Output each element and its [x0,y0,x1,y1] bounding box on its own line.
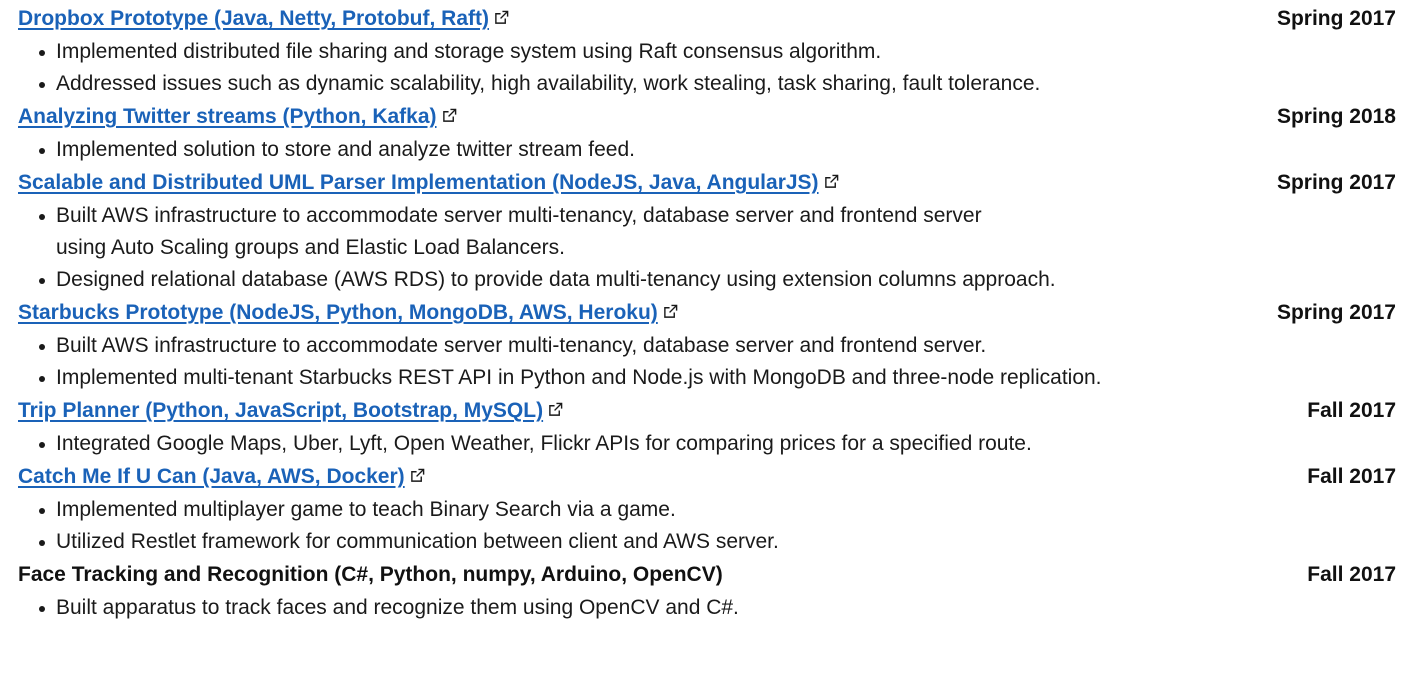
project-entry: Dropbox Prototype (Java, Netty, Protobuf… [18,2,1396,100]
project-date: Fall 2017 [1307,465,1396,488]
bullet-dot [39,508,45,514]
bullet-text: Utilized Restlet framework for communica… [56,530,779,553]
bullet-text: Addressed issues such as dynamic scalabi… [56,72,1041,95]
bullet-text: Implemented multiplayer game to teach Bi… [56,498,676,521]
project-title: Analyzing Twitter streams (Python, Kafka… [18,100,457,134]
project-title: Starbucks Prototype (NodeJS, Python, Mon… [18,296,678,330]
project-header: Dropbox Prototype (Java, Netty, Protobuf… [18,2,1396,36]
external-link-icon[interactable] [663,304,678,319]
project-date: Spring 2017 [1276,7,1396,30]
list-item: Integrated Google Maps, Uber, Lyft, Open… [38,428,1396,460]
project-header: Catch Me If U Can (Java, AWS, Docker) Fa… [18,460,1396,494]
project-entry: Scalable and Distributed UML Parser Impl… [18,166,1396,296]
project-bullet-list: Implemented multiplayer game to teach Bi… [18,494,1396,558]
bullet-text: Integrated Google Maps, Uber, Lyft, Open… [56,432,1032,455]
project-bullet-list: Implemented solution to store and analyz… [18,134,1396,166]
project-title: Scalable and Distributed UML Parser Impl… [18,166,839,200]
list-item: Implemented distributed file sharing and… [38,36,1396,68]
bullet-text: Built apparatus to track faces and recog… [56,596,739,619]
external-link-icon[interactable] [824,174,839,189]
list-item: Implemented multi-tenant Starbucks REST … [38,362,1396,394]
bullet-text: Built AWS infrastructure to accommodate … [56,334,987,357]
bullet-dot [39,148,45,154]
project-entry: Trip Planner (Python, JavaScript, Bootst… [18,394,1396,460]
project-bullet-list: Implemented distributed file sharing and… [18,36,1396,100]
project-title-link[interactable]: Starbucks Prototype (NodeJS, Python, Mon… [18,301,658,324]
project-date: Spring 2018 [1276,105,1396,128]
project-title-link[interactable]: Catch Me If U Can (Java, AWS, Docker) [18,465,405,488]
list-item: Designed relational database (AWS RDS) t… [38,264,1396,296]
bullet-dot [39,82,45,88]
project-title-link[interactable]: Trip Planner (Python, JavaScript, Bootst… [18,399,543,422]
project-bullet-list: Built AWS infrastructure to accommodate … [18,200,1396,296]
bullet-text: Built AWS infrastructure to accommodate … [56,204,982,259]
bullet-text: Designed relational database (AWS RDS) t… [56,268,1056,291]
project-date: Fall 2017 [1307,563,1396,586]
bullet-text: Implemented distributed file sharing and… [56,40,882,63]
list-item: Implemented solution to store and analyz… [38,134,1396,166]
list-item: Built apparatus to track faces and recog… [38,592,1396,624]
bullet-dot [39,540,45,546]
external-link-icon[interactable] [494,10,509,25]
project-header: Face Tracking and Recognition (C#, Pytho… [18,558,1396,592]
list-item: Built AWS infrastructure to accommodate … [38,330,1396,362]
project-title-link[interactable]: Scalable and Distributed UML Parser Impl… [18,171,819,194]
list-item: Implemented multiplayer game to teach Bi… [38,494,1396,526]
projects-section: Dropbox Prototype (Java, Netty, Protobuf… [18,2,1396,624]
bullet-text: Implemented multi-tenant Starbucks REST … [56,366,1102,389]
project-title: Trip Planner (Python, JavaScript, Bootst… [18,394,563,428]
project-date: Spring 2017 [1276,301,1396,324]
bullet-text: Implemented solution to store and analyz… [56,138,635,161]
bullet-dot [39,50,45,56]
list-item: Utilized Restlet framework for communica… [38,526,1396,558]
project-header: Starbucks Prototype (NodeJS, Python, Mon… [18,296,1396,330]
project-title: Catch Me If U Can (Java, AWS, Docker) [18,460,425,494]
external-link-icon[interactable] [442,108,457,123]
list-item: Addressed issues such as dynamic scalabi… [38,68,1396,100]
project-title: Face Tracking and Recognition (C#, Pytho… [18,563,723,586]
external-link-icon[interactable] [410,468,425,483]
project-entry: Catch Me If U Can (Java, AWS, Docker) Fa… [18,460,1396,558]
project-entry: Face Tracking and Recognition (C#, Pytho… [18,558,1396,624]
external-link-icon[interactable] [548,402,563,417]
bullet-dot [39,442,45,448]
bullet-dot [39,606,45,612]
bullet-dot [39,344,45,350]
project-header: Scalable and Distributed UML Parser Impl… [18,166,1396,200]
project-date: Fall 2017 [1307,399,1396,422]
bullet-dot [39,278,45,284]
project-header: Analyzing Twitter streams (Python, Kafka… [18,100,1396,134]
project-title-link[interactable]: Analyzing Twitter streams (Python, Kafka… [18,105,437,128]
project-bullet-list: Built AWS infrastructure to accommodate … [18,330,1396,394]
list-item: Built AWS infrastructure to accommodate … [38,200,1396,264]
bullet-dot [39,376,45,382]
project-bullet-list: Integrated Google Maps, Uber, Lyft, Open… [18,428,1396,460]
project-date: Spring 2017 [1276,171,1396,194]
project-entry: Analyzing Twitter streams (Python, Kafka… [18,100,1396,166]
project-bullet-list: Built apparatus to track faces and recog… [18,592,1396,624]
bullet-dot [39,214,45,220]
project-title-link[interactable]: Dropbox Prototype (Java, Netty, Protobuf… [18,7,489,30]
project-header: Trip Planner (Python, JavaScript, Bootst… [18,394,1396,428]
project-title: Dropbox Prototype (Java, Netty, Protobuf… [18,2,509,36]
project-entry: Starbucks Prototype (NodeJS, Python, Mon… [18,296,1396,394]
